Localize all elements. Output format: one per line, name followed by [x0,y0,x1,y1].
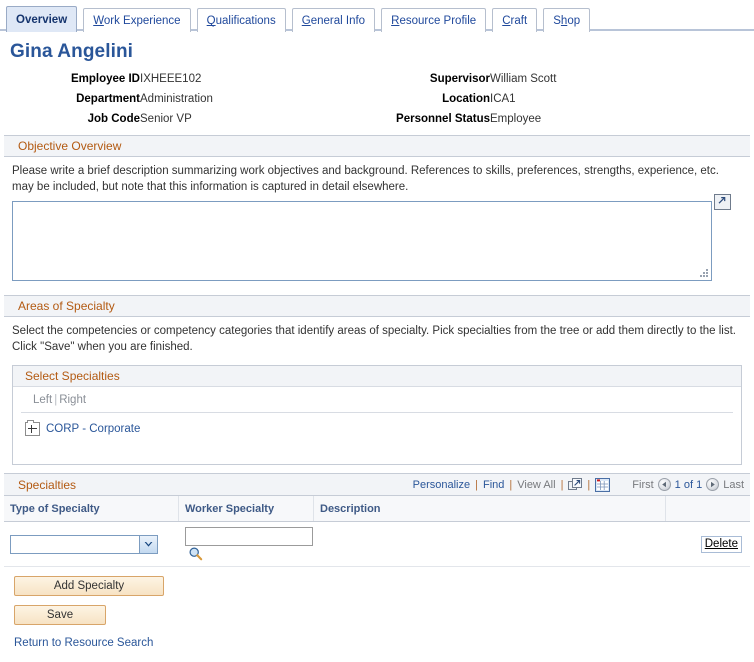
select-specialties-panel: Select Specialties Left | Right CORP - Cor… [12,365,742,465]
objective-textarea-wrapper [12,194,731,281]
cell-worker-specialty [179,522,314,567]
column-header-type-of-specialty: Type of Specialty [4,496,179,522]
expand-grid-icon[interactable] [568,478,583,491]
tab-overview[interactable]: Overview [6,6,78,32]
pager-last-label[interactable]: Last [723,479,744,491]
previous-arrow-icon[interactable] [657,478,671,491]
column-header-worker-specialty: Worker Specialty [178,496,314,522]
tab-shop[interactable]: Shop [543,8,591,32]
personnel-status-value: Employee [490,113,542,125]
right-link[interactable]: Right [59,394,86,406]
objective-textarea[interactable] [12,201,712,281]
left-link[interactable]: Left [33,394,52,406]
plus-box-icon[interactable] [25,420,40,436]
specialties-grid-block: Specialties Personalize | Find | View Al… [4,473,750,567]
pager-count: 1 of 1 [674,478,703,491]
add-specialty-button[interactable]: Add Specialty [14,576,164,596]
specialties-grid-header: Specialties Personalize | Find | View Al… [4,473,750,496]
supervisor-value: William Scott [490,73,557,85]
employee-info-row: Employee ID IXHEEE102 Supervisor William… [0,69,754,89]
pager-first-label[interactable]: First [632,479,653,491]
tab-bar: Overview Work Experience Qualifications … [0,0,754,32]
location-label: Location [442,93,490,105]
tab-resource-profile[interactable]: Resource Profile [381,8,487,32]
magnifier-lookup-icon[interactable] [188,546,203,561]
employee-info-row: Department Administration Location ICA1 [0,89,754,109]
cell-actions: Delete [666,522,751,567]
cell-description [314,522,666,567]
save-button[interactable]: Save [14,605,106,625]
download-spreadsheet-icon[interactable] [595,477,611,492]
specialties-title: Specialties [18,477,77,492]
specialties-table-head: Type of Specialty Worker Specialty Descr… [4,496,750,522]
job-code-label: Job Code [87,113,140,125]
objective-overview-header: Objective Overview [4,135,750,157]
tab-work-experience[interactable]: Work Experience [83,8,191,32]
return-to-resource-search-link[interactable]: Return to Resource Search [14,637,153,649]
tab-general-info[interactable]: General Info [291,8,376,32]
tab-craft[interactable]: Craft [492,8,538,32]
toolbar-separator: | [587,478,591,491]
specialties-pager: First 1 of 1 Last [632,478,744,491]
employee-id-label: Employee ID [70,73,140,85]
tab-shop-label: Shop [553,15,581,27]
tab-qualifications-label: Qualifications [206,15,276,27]
areas-of-specialty-header: Areas of Specialty [4,295,750,317]
expand-window-icon[interactable] [714,194,731,210]
objective-overview-instructions: Please write a brief description summari… [12,165,719,193]
page-title: Gina Angelini [10,41,134,62]
table-header-row: Type of Specialty Worker Specialty Descr… [4,496,750,522]
toolbar-separator: | [475,478,478,491]
type-of-specialty-select-wrapper [10,534,158,554]
job-code-value: Senior VP [140,113,192,125]
toolbar-separator: | [560,478,564,491]
tab-overview-label: Overview [16,14,68,26]
tab-work-experience-label: Work Experience [93,15,181,27]
view-all-link[interactable]: View All [517,479,555,491]
specialties-toolbar: Personalize | Find | View All | | First … [413,477,744,492]
tree-node-corp: CORP - Corporate [25,420,741,436]
employee-info-grid: Employee ID IXHEEE102 Supervisor William… [0,69,754,129]
areas-of-specialty-instructions: Select the competencies or competency ca… [12,325,736,353]
worker-specialty-input[interactable] [184,527,313,546]
type-of-specialty-select[interactable] [10,534,158,554]
specialty-tree: CORP - Corporate [13,413,741,464]
left-right-toggle: Left | Right [21,387,733,413]
column-header-description: Description [313,496,666,522]
specialties-table: Type of Specialty Worker Specialty Descr… [4,496,750,567]
tab-general-info-label: General Info [301,15,366,27]
column-header-actions [665,496,750,522]
department-label: Department [76,93,140,105]
tab-craft-label: Craft [502,15,528,27]
employee-id-value: IXHEEE102 [140,73,202,85]
tab-resource-profile-label: Resource Profile [391,15,477,27]
delete-button[interactable]: Delete [700,535,742,553]
tree-node-corp-link[interactable]: CORP - Corporate [46,423,140,435]
personnel-status-label: Personnel Status [396,113,490,125]
supervisor-label: Supervisor [429,73,490,85]
employee-info-row: Job Code Senior VP Personnel Status Empl… [0,109,754,129]
toolbar-separator: | [509,478,513,491]
department-value: Administration [140,93,213,105]
personalize-link[interactable]: Personalize [413,479,470,491]
tab-qualifications[interactable]: Qualifications [196,8,286,32]
specialties-table-body: Delete [4,522,750,567]
location-value: ICA1 [490,93,516,105]
next-arrow-icon[interactable] [706,478,720,491]
select-specialties-header: Select Specialties [13,366,741,387]
table-row: Delete [4,522,750,567]
cell-type-of-specialty [4,522,179,567]
find-link[interactable]: Find [483,479,504,491]
